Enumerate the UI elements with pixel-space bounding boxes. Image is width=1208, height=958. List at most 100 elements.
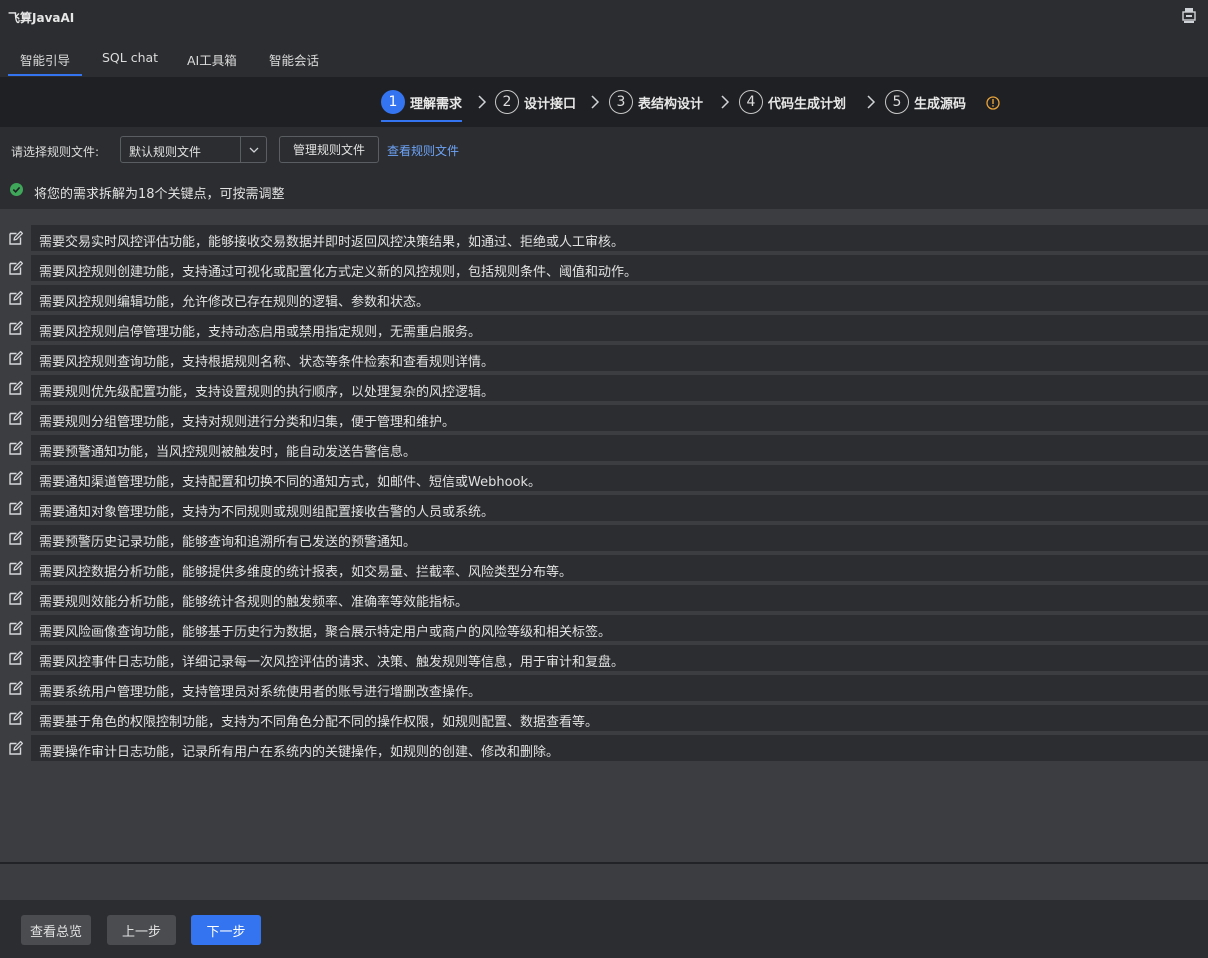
edit-icon[interactable] <box>8 680 24 696</box>
requirement-field[interactable]: 需要风控规则编辑功能，允许修改已存在规则的逻辑、参数和状态。 <box>31 285 1208 311</box>
list-item: 需要风控规则查询功能，支持根据规则名称、状态等条件检索和查看规则详情。 <box>0 345 1208 371</box>
chevron-right-icon <box>721 95 730 109</box>
requirement-text: 需要风控规则启停管理功能，支持动态启用或禁用指定规则，无需重启服务。 <box>39 325 482 340</box>
requirement-text: 需要风控数据分析功能，能够提供多维度的统计报表，如交易量、拦截率、风险类型分布等… <box>39 565 573 580</box>
requirement-text: 需要规则分组管理功能，支持对规则进行分类和归集，便于管理和维护。 <box>39 415 456 430</box>
requirement-text: 需要规则优先级配置功能，支持设置规则的执行顺序，以处理复杂的风控逻辑。 <box>39 385 495 400</box>
requirement-field[interactable]: 需要交易实时风控评估功能，能够接收交易数据并即时返回风控决策结果，如通过、拒绝或… <box>31 225 1208 251</box>
edit-icon[interactable] <box>8 560 24 576</box>
step-number: 4 <box>739 90 763 114</box>
tab-ai-toolbox[interactable]: AI工具箱 <box>187 50 237 69</box>
step-label: 设计接口 <box>524 96 577 112</box>
edit-icon[interactable] <box>8 230 24 246</box>
list-item: 需要规则分组管理功能，支持对规则进行分类和归集，便于管理和维护。 <box>0 405 1208 431</box>
manage-rules-button[interactable]: 管理规则文件 <box>279 136 379 163</box>
step-label: 代码生成计划 <box>768 96 847 112</box>
requirement-field[interactable]: 需要系统用户管理功能，支持管理员对系统使用者的账号进行增删改查操作。 <box>31 675 1208 701</box>
step-generate-source[interactable]: 5 生成源码 <box>885 89 966 115</box>
rule-file-label: 请选择规则文件: <box>11 145 100 159</box>
edit-icon[interactable] <box>8 380 24 396</box>
requirement-field[interactable]: 需要规则效能分析功能，能够统计各规则的触发频率、准确率等效能指标。 <box>31 585 1208 611</box>
list-item: 需要预警通知功能，当风控规则被触发时，能自动发送告警信息。 <box>0 435 1208 461</box>
footer-bar: 查看总览 上一步 下一步 <box>0 900 1208 958</box>
list-item: 需要通知渠道管理功能，支持配置和切换不同的通知方式，如邮件、短信或Webhook… <box>0 465 1208 491</box>
edit-icon[interactable] <box>8 470 24 486</box>
requirement-text: 需要通知对象管理功能，支持为不同规则或规则组配置接收告警的人员或系统。 <box>39 505 495 520</box>
requirement-text: 需要交易实时风控评估功能，能够接收交易数据并即时返回风控决策结果，如通过、拒绝或… <box>39 235 625 250</box>
step-number: 2 <box>495 90 519 114</box>
requirement-field[interactable]: 需要规则分组管理功能，支持对规则进行分类和归集，便于管理和维护。 <box>31 405 1208 431</box>
requirement-field[interactable]: 需要操作审计日志功能，记录所有用户在系统内的关键操作，如规则的创建、修改和删除。 <box>31 735 1208 761</box>
rule-file-row: 请选择规则文件: 默认规则文件 管理规则文件 查看规则文件 <box>0 127 1208 171</box>
requirement-field[interactable]: 需要风险画像查询功能，能够基于历史行为数据，聚合展示特定用户或商户的风险等级和相… <box>31 615 1208 641</box>
requirement-field[interactable]: 需要风控规则查询功能，支持根据规则名称、状态等条件检索和查看规则详情。 <box>31 345 1208 371</box>
list-item: 需要风控规则创建功能，支持通过可视化或配置化方式定义新的风控规则，包括规则条件、… <box>0 255 1208 281</box>
edit-icon[interactable] <box>8 620 24 636</box>
chevron-down-icon[interactable] <box>249 146 259 154</box>
edit-icon[interactable] <box>8 590 24 606</box>
status-message: 将您的需求拆解为18个关键点，可按需调整 <box>34 187 285 202</box>
chevron-right-icon <box>591 95 600 109</box>
edit-icon[interactable] <box>8 440 24 456</box>
step-understand-requirements[interactable]: 1 理解需求 <box>381 89 463 122</box>
requirement-text: 需要基于角色的权限控制功能，支持为不同角色分配不同的操作权限，如规则配置、数据查… <box>39 715 599 730</box>
app-title: 飞算JavaAI <box>8 11 75 25</box>
list-item: 需要规则效能分析功能，能够统计各规则的触发频率、准确率等效能指标。 <box>0 585 1208 611</box>
requirement-field[interactable]: 需要风控数据分析功能，能够提供多维度的统计报表，如交易量、拦截率、风险类型分布等… <box>31 555 1208 581</box>
chevron-right-icon <box>867 95 876 109</box>
list-item: 需要基于角色的权限控制功能，支持为不同角色分配不同的操作权限，如规则配置、数据查… <box>0 705 1208 731</box>
tab-sql-chat[interactable]: SQL chat <box>102 50 158 65</box>
requirement-field[interactable]: 需要基于角色的权限控制功能，支持为不同角色分配不同的操作权限，如规则配置、数据查… <box>31 705 1208 731</box>
edit-icon[interactable] <box>8 740 24 756</box>
requirement-text: 需要系统用户管理功能，支持管理员对系统使用者的账号进行增删改查操作。 <box>39 685 482 700</box>
requirement-text: 需要风险画像查询功能，能够基于历史行为数据，聚合展示特定用户或商户的风险等级和相… <box>39 625 612 640</box>
step-number: 5 <box>885 90 909 114</box>
list-item: 需要通知对象管理功能，支持为不同规则或规则组配置接收告警的人员或系统。 <box>0 495 1208 521</box>
step-code-plan[interactable]: 4 代码生成计划 <box>739 89 846 115</box>
requirement-field[interactable]: 需要通知渠道管理功能，支持配置和切换不同的通知方式，如邮件、短信或Webhook… <box>31 465 1208 491</box>
requirement-field[interactable]: 需要预警历史记录功能，能够查询和追溯所有已发送的预警通知。 <box>31 525 1208 551</box>
edit-icon[interactable] <box>8 530 24 546</box>
requirement-field[interactable]: 需要预警通知功能，当风控规则被触发时，能自动发送告警信息。 <box>31 435 1208 461</box>
edit-icon[interactable] <box>8 500 24 516</box>
rule-file-select[interactable]: 默认规则文件 <box>120 136 267 163</box>
requirement-text: 需要预警通知功能，当风控规则被触发时，能自动发送告警信息。 <box>39 445 417 460</box>
plugin-icon[interactable] <box>1182 8 1196 24</box>
edit-icon[interactable] <box>8 710 24 726</box>
step-table-design[interactable]: 3 表结构设计 <box>609 89 703 115</box>
edit-icon[interactable] <box>8 350 24 366</box>
requirement-text: 需要风控规则查询功能，支持根据规则名称、状态等条件检索和查看规则详情。 <box>39 355 495 370</box>
requirement-field[interactable]: 需要风控事件日志功能，详细记录每一次风控评估的请求、决策、触发规则等信息，用于审… <box>31 645 1208 671</box>
list-item: 需要规则优先级配置功能，支持设置规则的执行顺序，以处理复杂的风控逻辑。 <box>0 375 1208 401</box>
chevron-right-icon <box>478 95 487 109</box>
requirement-field[interactable]: 需要风控规则创建功能，支持通过可视化或配置化方式定义新的风控规则，包括规则条件、… <box>31 255 1208 281</box>
requirement-field[interactable]: 需要风控规则启停管理功能，支持动态启用或禁用指定规则，无需重启服务。 <box>31 315 1208 341</box>
edit-icon[interactable] <box>8 320 24 336</box>
requirement-text: 需要风控事件日志功能，详细记录每一次风控评估的请求、决策、触发规则等信息，用于审… <box>39 655 625 670</box>
edit-icon[interactable] <box>8 650 24 666</box>
stepper: 1 理解需求 2 设计接口 3 表结构设计 4 代码生成计划 5 生成源码 <box>0 77 1208 127</box>
step-number: 3 <box>609 90 633 114</box>
edit-icon[interactable] <box>8 410 24 426</box>
next-step-button[interactable]: 下一步 <box>191 915 261 945</box>
requirement-text: 需要通知渠道管理功能，支持配置和切换不同的通知方式，如邮件、短信或Webhook… <box>39 475 542 490</box>
view-rules-link[interactable]: 查看规则文件 <box>387 142 459 159</box>
list-item: 需要风控规则启停管理功能，支持动态启用或禁用指定规则，无需重启服务。 <box>0 315 1208 341</box>
list-item: 需要风控规则编辑功能，允许修改已存在规则的逻辑、参数和状态。 <box>0 285 1208 311</box>
tab-smart-chat[interactable]: 智能会话 <box>269 50 319 69</box>
previous-step-button[interactable]: 上一步 <box>107 915 176 945</box>
tab-smart-guide[interactable]: 智能引导 <box>7 50 83 76</box>
input-area[interactable] <box>0 864 1208 900</box>
list-item: 需要风控数据分析功能，能够提供多维度的统计报表，如交易量、拦截率、风险类型分布等… <box>0 555 1208 581</box>
requirement-field[interactable]: 需要通知对象管理功能，支持为不同规则或规则组配置接收告警的人员或系统。 <box>31 495 1208 521</box>
view-overview-button[interactable]: 查看总览 <box>21 915 91 945</box>
edit-icon[interactable] <box>8 290 24 306</box>
info-icon[interactable] <box>986 96 1000 110</box>
requirement-field[interactable]: 需要规则优先级配置功能，支持设置规则的执行顺序，以处理复杂的风控逻辑。 <box>31 375 1208 401</box>
edit-icon[interactable] <box>8 260 24 276</box>
list-item: 需要预警历史记录功能，能够查询和追溯所有已发送的预警通知。 <box>0 525 1208 551</box>
step-design-interface[interactable]: 2 设计接口 <box>495 89 576 115</box>
title-bar: 飞算JavaAI <box>0 0 1208 34</box>
requirement-text: 需要预警历史记录功能，能够查询和追溯所有已发送的预警通知。 <box>39 535 417 550</box>
status-row: 将您的需求拆解为18个关键点，可按需调整 <box>0 171 1208 209</box>
